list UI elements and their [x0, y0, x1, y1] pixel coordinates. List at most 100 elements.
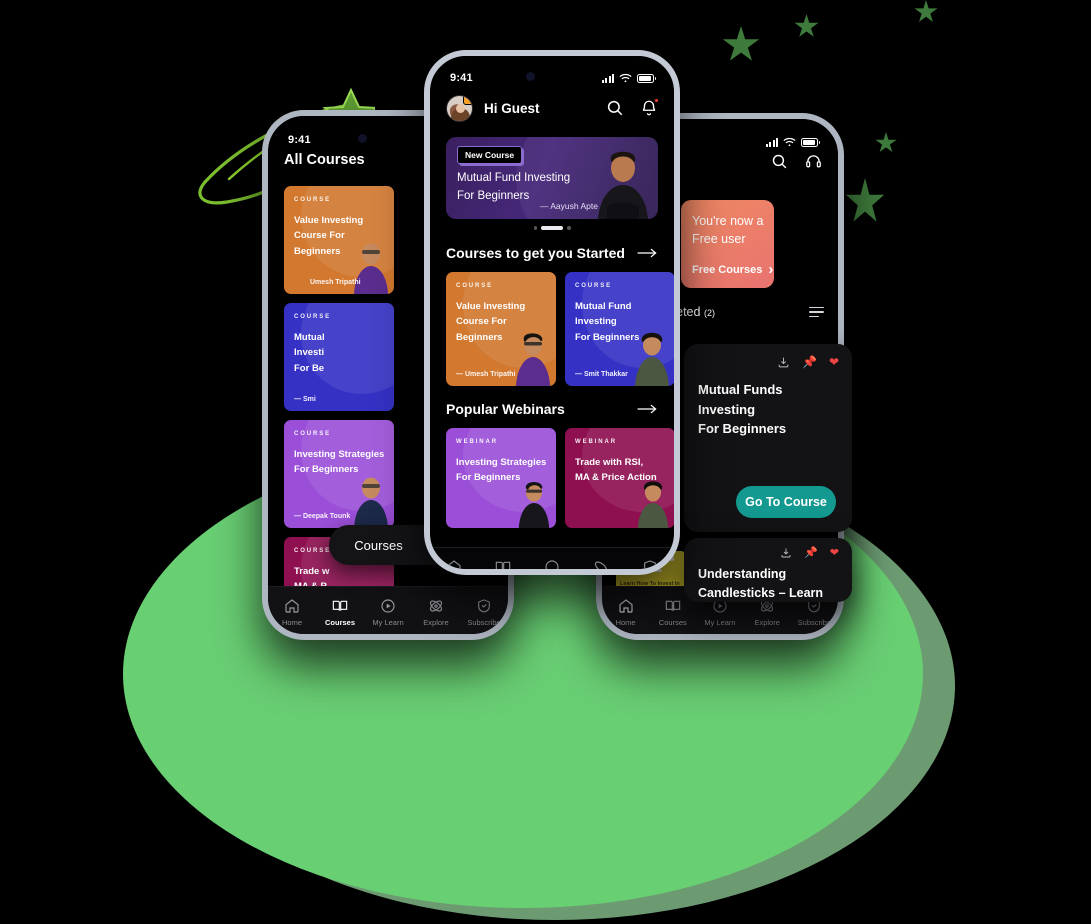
nav-item-home[interactable]: Home	[268, 598, 316, 627]
promo-composition: 9:41 All Courses COURSE Value Investing …	[0, 0, 1091, 924]
signal-bars-icon	[601, 73, 614, 83]
bottom-navigation: Home Courses My Learn Explore Subscribe	[268, 586, 508, 634]
nav-label: My Learn	[372, 618, 404, 627]
shield-icon	[643, 560, 656, 569]
overlay-course-card-2[interactable]: 📌 ❤ Understanding Candlesticks – Learn	[684, 538, 852, 602]
webinar-card[interactable]: WEBINAR Trade with RSI, MA & Price Actio…	[565, 428, 674, 528]
nav-item-courses[interactable]: Courses	[316, 598, 364, 627]
promo-card-coral[interactable]: You're now a Free user Free Courses ›	[681, 200, 774, 288]
card-kicker: COURSE	[294, 314, 332, 320]
arrow-right-icon[interactable]	[636, 247, 658, 259]
heart-icon[interactable]: ❤	[829, 355, 839, 369]
new-course-badge: New Course	[457, 146, 523, 164]
nav-label: Home	[615, 618, 636, 627]
section-header-webinars: Popular Webinars	[430, 401, 674, 417]
heart-icon[interactable]: ❤	[830, 546, 839, 559]
headset-icon[interactable]	[805, 153, 822, 170]
section-title: Popular Webinars	[446, 401, 565, 417]
course-card[interactable]: COURSE Investing Strategies For Beginner…	[284, 420, 394, 528]
chevron-right-icon: ›	[768, 261, 774, 278]
phone-center: 9:41 Hi Guest New Course Mutual Fund Inv…	[424, 50, 680, 575]
hero-author: — Aayush Apte	[539, 201, 598, 211]
card-kicker: WEBINAR	[456, 439, 498, 445]
webinars-row: WEBINAR Investing Strategies For Beginne…	[430, 428, 674, 528]
carousel-dot-active[interactable]	[541, 226, 563, 230]
card-author: — Umesh Tripathi	[456, 371, 516, 378]
nav-label: My Learn	[704, 618, 736, 627]
nav-item-explore[interactable]: Explore	[576, 559, 625, 569]
nav-item-my-learn[interactable]: My Learn	[696, 598, 743, 627]
notification-dot	[654, 98, 659, 103]
promo-link[interactable]: Free Courses ›	[692, 261, 773, 278]
decor-star-1	[722, 26, 760, 61]
download-icon[interactable]	[777, 356, 790, 369]
nav-item-courses[interactable]: Courses	[479, 559, 528, 569]
overlay-course-card-1[interactable]: 📌 ❤ Mutual Funds Investing For Beginners…	[684, 344, 852, 532]
nav-item-home[interactable]: Home	[602, 598, 649, 627]
status-time: 9:41	[450, 72, 473, 84]
course-card[interactable]: COURSE Value Investing Course For Beginn…	[284, 186, 394, 294]
book-icon	[495, 561, 511, 569]
hero-banner[interactable]: New Course Mutual Fund Investing For Beg…	[446, 137, 658, 219]
nav-label: Subscribe	[797, 618, 832, 627]
hero-instructor-photo	[598, 151, 648, 219]
user-avatar[interactable]	[446, 94, 473, 122]
webinar-card[interactable]: WEBINAR Investing Strategies For Beginne…	[446, 428, 556, 528]
card-kicker: COURSE	[456, 283, 494, 289]
search-icon[interactable]	[606, 99, 624, 117]
pin-icon[interactable]: 📌	[802, 355, 817, 369]
nav-item-my-learn[interactable]: My Learn	[364, 598, 412, 627]
play-circle-icon	[381, 599, 395, 613]
explore-icon	[429, 600, 443, 612]
course-card[interactable]: COURSE Mutual Investi For Be — Smi	[284, 303, 394, 411]
greeting-text: Hi Guest	[484, 100, 540, 116]
book-icon	[665, 600, 681, 611]
card-author: — Deepak Tounk	[294, 513, 351, 520]
header-icons	[606, 98, 659, 117]
nav-item-explore[interactable]: Explore	[412, 598, 460, 627]
nav-item-subscribe[interactable]: Subscribe	[460, 598, 508, 627]
tab-count: (2)	[703, 308, 715, 318]
decor-star-4	[875, 132, 897, 153]
hamburger-menu-icon[interactable]	[809, 306, 824, 318]
pin-icon[interactable]: 📌	[804, 546, 818, 559]
search-icon[interactable]	[771, 153, 788, 170]
card-author: — Smi	[294, 396, 316, 403]
status-time: 9:41	[288, 134, 311, 146]
go-to-course-button[interactable]: Go To Course	[736, 486, 836, 518]
nav-label: Courses	[324, 618, 355, 627]
nav-item-subscribe[interactable]: Subscribe	[791, 598, 838, 627]
arrow-right-icon[interactable]	[636, 403, 658, 415]
nav-item-courses[interactable]: Courses	[649, 598, 696, 627]
carousel-dots[interactable]	[430, 226, 674, 230]
nav-item-home[interactable]: Home	[430, 559, 479, 569]
phone-center-screen: 9:41 Hi Guest New Course Mutual Fund Inv…	[430, 56, 674, 569]
card-kicker: COURSE	[575, 283, 613, 289]
card-kicker: COURSE	[294, 197, 332, 203]
notification-bell-icon[interactable]	[640, 98, 659, 117]
carousel-dot[interactable]	[533, 226, 537, 230]
decor-star-5	[845, 178, 885, 222]
title-line-1: Mutual Funds Investing	[698, 382, 783, 417]
download-icon[interactable]	[780, 547, 792, 559]
home-icon	[619, 599, 633, 613]
carousel-dot[interactable]	[567, 226, 571, 230]
overlay-card-title: Understanding Candlesticks – Learn	[698, 565, 844, 602]
home-icon	[285, 599, 299, 613]
title-line-1: Understanding	[698, 567, 787, 581]
course-card[interactable]: COURSE Value Investing Course For Beginn…	[446, 272, 556, 386]
nav-label: Explore	[754, 618, 780, 627]
battery-icon	[801, 137, 820, 147]
nav-item-explore[interactable]: Explore	[744, 598, 791, 627]
status-bar: 9:41	[430, 68, 674, 88]
book-icon	[332, 600, 348, 611]
nav-item-subscribe[interactable]: Subscribe	[625, 559, 674, 569]
play-circle-icon	[545, 560, 559, 569]
nav-item-my-learn[interactable]: My Learn	[528, 559, 577, 569]
battery-icon	[637, 73, 656, 83]
signal-bars-icon	[765, 137, 778, 147]
instructor-photo	[635, 332, 669, 386]
wifi-icon	[783, 137, 796, 147]
shield-icon	[478, 599, 490, 613]
course-card[interactable]: COURSE Mutual Fund Investing For Beginne…	[565, 272, 674, 386]
